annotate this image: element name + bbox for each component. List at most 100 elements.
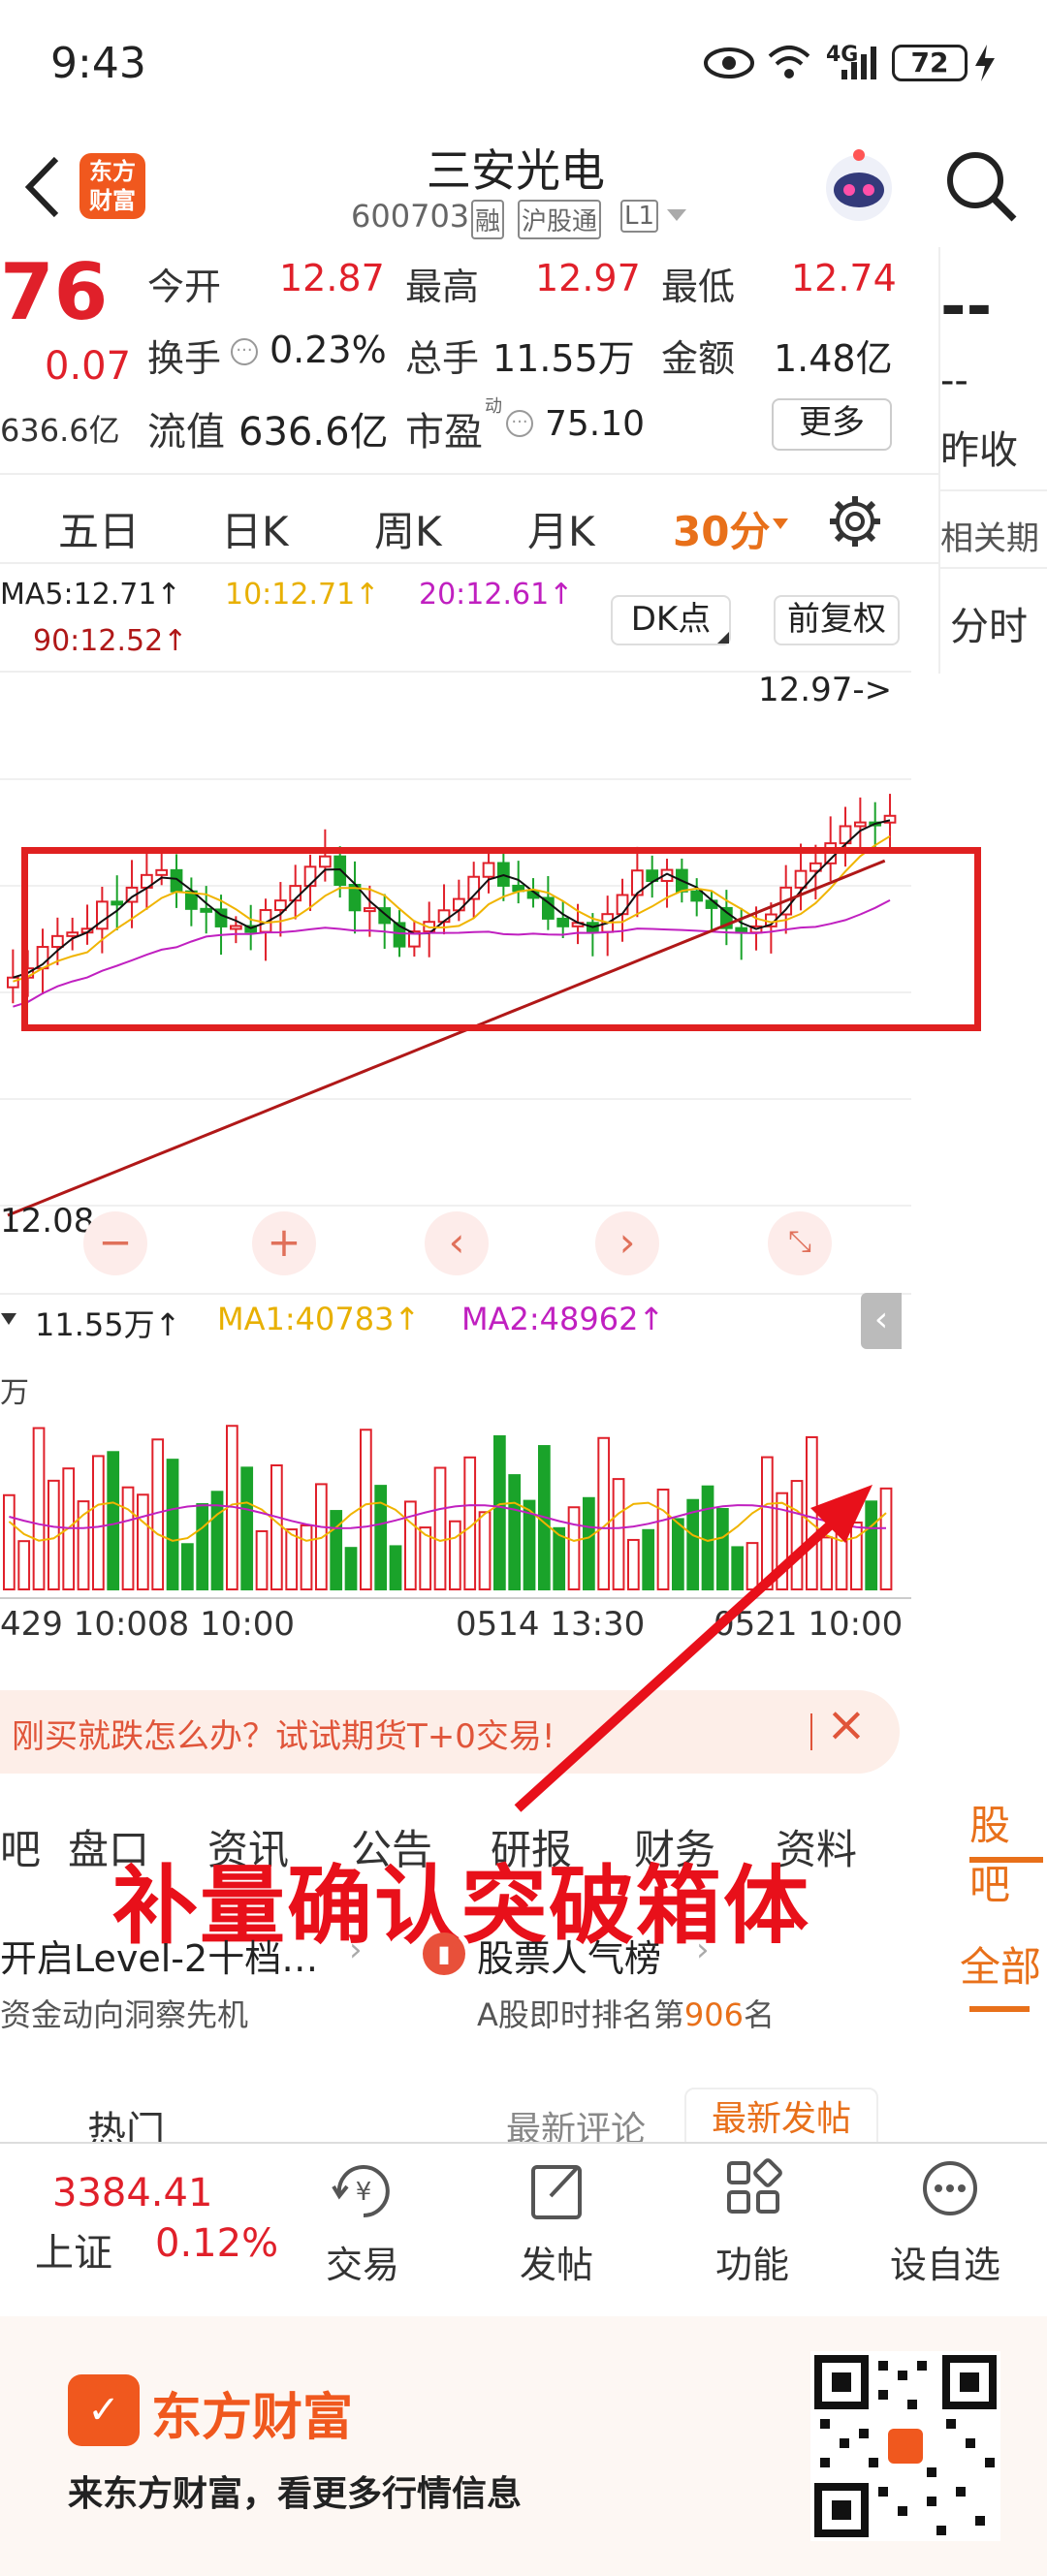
volume-bar <box>196 1503 209 1590</box>
pe-value: 75.10 <box>545 404 646 444</box>
functions-icon[interactable] <box>723 2157 785 2219</box>
all-tab[interactable]: 全部 <box>960 1934 1041 1994</box>
volume-bar <box>255 1529 269 1590</box>
dropdown-arrow-icon[interactable] <box>772 518 789 531</box>
breakout-box <box>21 847 981 1031</box>
search-icon[interactable] <box>942 147 1020 225</box>
trade-label[interactable]: 交易 <box>326 2235 399 2288</box>
volume-bar <box>32 1427 46 1591</box>
low-label: 最低 <box>661 266 736 308</box>
candle <box>7 976 19 989</box>
level2-sub: 资金动向洞察先机 <box>0 1996 249 2033</box>
volume-label: 总手 <box>405 337 480 380</box>
guba-tab[interactable]: 股吧 <box>969 1793 1047 1911</box>
index-value: 3384.41 <box>52 2171 213 2215</box>
volume-bar <box>137 1493 149 1590</box>
status-bar: 9:43 4G 72 <box>0 0 1047 126</box>
trade-icon[interactable]: ¥ <box>330 2157 397 2225</box>
signal-icon <box>841 47 876 79</box>
back-icon[interactable] <box>19 153 64 221</box>
scroll-right-icon[interactable]: › <box>595 1211 659 1275</box>
chevron-down-icon[interactable] <box>665 207 688 223</box>
volume-value: 11.55万 <box>492 337 635 380</box>
stock-code: 600703 <box>351 198 470 235</box>
stock-name: 三安光电 <box>427 144 605 197</box>
level2-title[interactable]: 开启Level-2十档… <box>0 1929 318 1982</box>
change-value: 0.07 <box>45 344 132 389</box>
qr-code-icon[interactable] <box>810 2351 1000 2541</box>
functions-label[interactable]: 功能 <box>715 2235 789 2288</box>
time-share-label[interactable]: 分时 <box>950 595 1028 651</box>
open-label: 今开 <box>147 266 222 308</box>
zoom-out-icon[interactable]: − <box>83 1211 147 1275</box>
tab-weekly[interactable]: 周K <box>374 499 442 558</box>
chevron-down-icon[interactable] <box>0 1310 17 1328</box>
tag-level: L1 <box>620 200 659 233</box>
volume-bar <box>285 1528 299 1590</box>
battery-indicator: 72 <box>892 45 968 81</box>
volume-bar <box>478 1511 492 1590</box>
tab-30min[interactable]: 30分 <box>673 499 770 558</box>
more-options-icon[interactable] <box>919 2157 981 2219</box>
volume-bar <box>270 1464 283 1590</box>
ma2-legend: MA2:48962↑ <box>461 1301 665 1337</box>
volume-bar <box>360 1429 372 1590</box>
app-logo[interactable]: 东方 财富 <box>79 153 145 219</box>
prev-close-label: 昨收 <box>940 428 1018 473</box>
popularity-sub: A股即时排名第906名 <box>477 1996 775 2033</box>
tab-daily[interactable]: 日K <box>221 499 289 558</box>
market-cap-partial: 636.6亿 <box>0 412 120 449</box>
tab-5day[interactable]: 五日 <box>58 499 140 558</box>
popularity-title[interactable]: 股票人气榜 <box>477 1929 661 1982</box>
amount-label: 金额 <box>661 337 736 380</box>
svg-text:¥: ¥ <box>356 2178 372 2207</box>
annotation-arrow <box>514 1485 872 1812</box>
right-change-dash: -- <box>940 359 968 403</box>
more-button[interactable]: 更多 <box>772 398 892 451</box>
price-partial: 76 <box>0 247 109 337</box>
watchlist-label[interactable]: 设自选 <box>890 2235 1000 2288</box>
scroll-left-icon[interactable]: ‹ <box>425 1211 489 1275</box>
banner-text: 刚买就跌怎么办？试试期货T+0交易! <box>12 1717 555 1756</box>
info-icon[interactable]: ··· <box>231 338 258 365</box>
quote-panel: 76 0.07 636.6亿 今开 12.87 最高 12.97 最低 12.7… <box>0 247 938 470</box>
float-label: 流值 <box>147 410 225 455</box>
volume-legend: 11.55万↑ <box>35 1306 181 1343</box>
pe-label: 市盈 <box>405 410 483 455</box>
adjust-button[interactable]: 前复权 <box>774 595 900 645</box>
related-futures-label[interactable]: 相关期 <box>940 512 1039 559</box>
tab-monthly[interactable]: 月K <box>527 499 595 558</box>
post-label[interactable]: 发帖 <box>520 2235 593 2288</box>
zoom-in-icon[interactable]: + <box>252 1211 316 1275</box>
low-value: 12.74 <box>791 257 897 299</box>
charging-icon <box>975 45 995 81</box>
robot-avatar-icon[interactable] <box>816 143 902 229</box>
volume-bar <box>374 1485 388 1590</box>
open-value: 12.87 <box>279 257 385 299</box>
volume-bar <box>300 1524 313 1590</box>
ma20-label: 20:12.61↑ <box>419 578 574 612</box>
turnover-value: 0.23% <box>270 329 387 371</box>
volume-bar <box>107 1451 120 1590</box>
candle <box>854 821 867 828</box>
pe-info-icon[interactable]: ··· <box>506 410 533 437</box>
popularity-chevron-icon[interactable]: › <box>696 1931 710 1969</box>
compose-icon[interactable] <box>527 2157 589 2225</box>
fullscreen-icon[interactable]: ⤡ <box>768 1211 832 1275</box>
time-label-1: 429 10:00 <box>0 1605 169 1644</box>
low-price-marker: 12.08 <box>0 1202 95 1241</box>
gear-icon[interactable] <box>828 494 882 549</box>
volume-bar <box>121 1486 135 1590</box>
level2-chevron-icon[interactable]: › <box>349 1931 363 1969</box>
footer: ✓ 东方财富 来东方财富，看更多行情信息 <box>0 2316 1047 2576</box>
volume-bar <box>449 1520 461 1590</box>
guba-underline <box>969 1857 1043 1863</box>
ma90-label: 90:12.52↑ <box>33 624 188 658</box>
tab-guba-partial[interactable]: 吧 <box>0 1817 41 1876</box>
collapse-tab[interactable]: ‹ <box>861 1293 902 1349</box>
index-name[interactable]: 上证 <box>35 2221 112 2278</box>
volume-bar <box>17 1540 31 1590</box>
eye-icon <box>704 47 754 79</box>
dk-point-button[interactable]: DK点 <box>611 595 731 645</box>
amount-value: 1.48亿 <box>774 337 893 380</box>
